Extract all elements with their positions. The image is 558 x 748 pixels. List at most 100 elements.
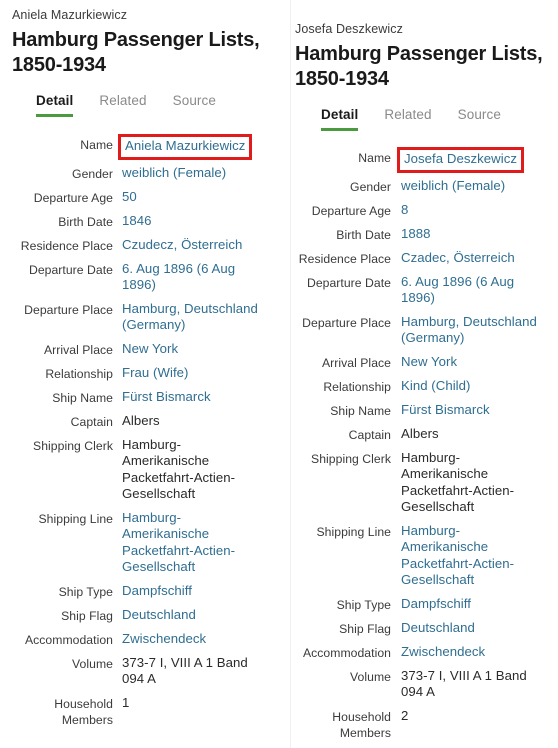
field-value-text[interactable]: 6. Aug 1896 (6 Aug 1896) <box>401 274 514 306</box>
tab-source[interactable]: Source <box>173 93 216 117</box>
field-value: Zwischendeck <box>122 631 265 648</box>
detail-field-row: Shipping Clerk Hamburg-Amerikanische Pack… <box>12 437 265 503</box>
field-value: 373-7 I, VIII A 1 Band 094 A <box>122 655 265 688</box>
detail-field-row: Residence Place Czadec, Österreich <box>295 250 544 267</box>
field-value: Deutschland <box>122 607 265 624</box>
field-label: Name <box>358 151 391 165</box>
field-value-text[interactable]: Deutschland <box>122 607 196 622</box>
field-value: Hamburg-Amerikanische Packetfahrt-Actien… <box>401 523 544 589</box>
field-value-text[interactable]: weiblich (Female) <box>122 165 226 180</box>
detail-field-row: Departure Age 8 <box>295 202 544 219</box>
field-value-text[interactable]: Hamburg, Deutschland (Germany) <box>401 314 537 346</box>
field-label: Shipping Line <box>316 524 391 539</box>
field-value-text[interactable]: Zwischendeck <box>401 644 485 659</box>
field-value: Czudecz, Österreich <box>122 237 265 254</box>
field-value-text: 373-7 I, VIII A 1 Band 094 A <box>401 667 527 700</box>
field-value: 8 <box>401 202 544 219</box>
field-value: New York <box>401 354 544 371</box>
field-value-text[interactable]: Zwischendeck <box>122 631 206 646</box>
field-value-text[interactable]: Kind (Child) <box>401 378 471 393</box>
field-label: Departure Place <box>302 315 391 330</box>
field-label: Arrival Place <box>43 342 113 357</box>
field-value-text[interactable]: Deutschland <box>401 620 475 635</box>
field-value-text[interactable]: Dampfschiff <box>401 596 471 611</box>
field-value: weiblich (Female) <box>122 165 265 182</box>
detail-field-row: Ship Name Fürst Bismarck <box>295 402 544 419</box>
detail-field-row: Name Josefa Deszkewicz <box>295 147 544 173</box>
detail-field-row: Shipping Line Hamburg-Amerikanische Packe… <box>295 523 544 589</box>
field-label: Ship Type <box>336 597 391 612</box>
field-label: Relationship <box>45 366 113 381</box>
field-value: Fürst Bismarck <box>401 402 544 419</box>
detail-field-row: Departure Date 6. Aug 1896 (6 Aug 1896) <box>12 261 265 294</box>
field-value-text[interactable]: Hamburg-Amerikanische Packetfahrt-Actien… <box>122 510 235 575</box>
field-label: Captain <box>348 427 391 442</box>
tab-related[interactable]: Related <box>384 107 431 131</box>
field-label: Ship Flag <box>61 608 113 623</box>
field-value: Deutschland <box>401 620 544 637</box>
tab-detail[interactable]: Detail <box>36 93 74 117</box>
field-label: Accommodation <box>302 645 391 660</box>
tab-detail[interactable]: Detail <box>321 107 359 131</box>
detail-field-row: Departure Age 50 <box>12 189 265 206</box>
field-value-text[interactable]: Hamburg, Deutschland (Germany) <box>122 301 258 333</box>
field-value-text[interactable]: Fürst Bismarck <box>401 402 490 417</box>
field-value-text[interactable]: Dampfschiff <box>122 583 192 598</box>
detail-field-row: Captain Albers <box>295 426 544 443</box>
field-label: Captain <box>70 414 113 429</box>
field-value-text[interactable]: Fürst Bismarck <box>122 389 211 404</box>
field-value-text[interactable]: 8 <box>401 202 408 217</box>
field-value-text[interactable]: Frau (Wife) <box>122 365 189 380</box>
detail-field-row: Departure Place Hamburg, Deutschland (Ger… <box>295 314 544 347</box>
field-value-text[interactable]: New York <box>122 341 178 356</box>
detail-field-row: Household Members 1 <box>12 695 265 728</box>
field-value-text[interactable]: Czadec, Österreich <box>401 250 515 265</box>
detail-field-row: Shipping Line Hamburg-Amerikanische Packe… <box>12 510 265 576</box>
detail-field-list: Name Aniela Mazurkiewicz Gender weiblich (F… <box>12 134 265 728</box>
field-value-text[interactable]: 1846 <box>122 213 152 228</box>
tab-related[interactable]: Related <box>99 93 146 117</box>
highlighted-field-value[interactable]: Aniela Mazurkiewicz <box>118 134 253 160</box>
tab-source[interactable]: Source <box>458 107 501 131</box>
tab-bar: Detail Related Source <box>295 107 544 131</box>
field-label: Departure Age <box>33 190 113 205</box>
field-value-text: Albers <box>122 412 160 428</box>
field-label: Ship Flag <box>339 621 391 636</box>
detail-field-row: Volume 373-7 I, VIII A 1 Band 094 A <box>295 668 544 701</box>
detail-field-row: Volume 373-7 I, VIII A 1 Band 094 A <box>12 655 265 688</box>
detail-field-row: Departure Date 6. Aug 1896 (6 Aug 1896) <box>295 274 544 307</box>
field-value: 1 <box>122 695 265 712</box>
field-value: weiblich (Female) <box>401 178 544 195</box>
record-comparison-page: Aniela Mazurkiewicz Hamburg Passenger Li… <box>0 0 558 748</box>
field-value-text[interactable]: 6. Aug 1896 (6 Aug 1896) <box>122 261 235 293</box>
field-label: Gender <box>72 166 113 181</box>
field-value-text[interactable]: weiblich (Female) <box>401 178 505 193</box>
field-label: Shipping Line <box>38 511 113 526</box>
field-value-text[interactable]: 50 <box>122 189 137 204</box>
tab-bar: Detail Related Source <box>12 93 265 117</box>
field-value-text: Hamburg-Amerikanische Packetfahrt-Actien… <box>401 449 515 515</box>
collection-title: Hamburg Passenger Lists, 1850-1934 <box>295 43 543 90</box>
field-value-text[interactable]: New York <box>401 354 457 369</box>
detail-field-row: Accommodation Zwischendeck <box>12 631 265 648</box>
highlighted-field-value[interactable]: Josefa Deszkewicz <box>397 147 524 173</box>
field-label: Name <box>80 138 113 152</box>
field-value-text[interactable]: Hamburg-Amerikanische Packetfahrt-Actien… <box>401 523 514 588</box>
field-value: Hamburg, Deutschland (Germany) <box>401 314 544 347</box>
field-label: Departure Date <box>28 262 113 277</box>
field-value: Aniela Mazurkiewicz <box>118 134 265 160</box>
field-value-text[interactable]: Czudecz, Österreich <box>122 237 242 252</box>
detail-field-row: Shipping Clerk Hamburg-Amerikanische Pack… <box>295 450 544 516</box>
detail-field-row: Ship Type Dampfschiff <box>12 583 265 600</box>
field-label: Birth Date <box>58 214 113 229</box>
field-label: Volume <box>350 669 391 684</box>
detail-field-row: Residence Place Czudecz, Österreich <box>12 237 265 254</box>
field-value-text[interactable]: 1888 <box>401 226 431 241</box>
field-label: Arrival Place <box>321 355 391 370</box>
detail-field-row: Arrival Place New York <box>12 341 265 358</box>
detail-field-row: Accommodation Zwischendeck <box>295 644 544 661</box>
field-value: Albers <box>401 426 544 443</box>
field-value: 6. Aug 1896 (6 Aug 1896) <box>122 261 265 294</box>
detail-field-row: Birth Date 1846 <box>12 213 265 230</box>
field-value: 2 <box>401 708 544 725</box>
